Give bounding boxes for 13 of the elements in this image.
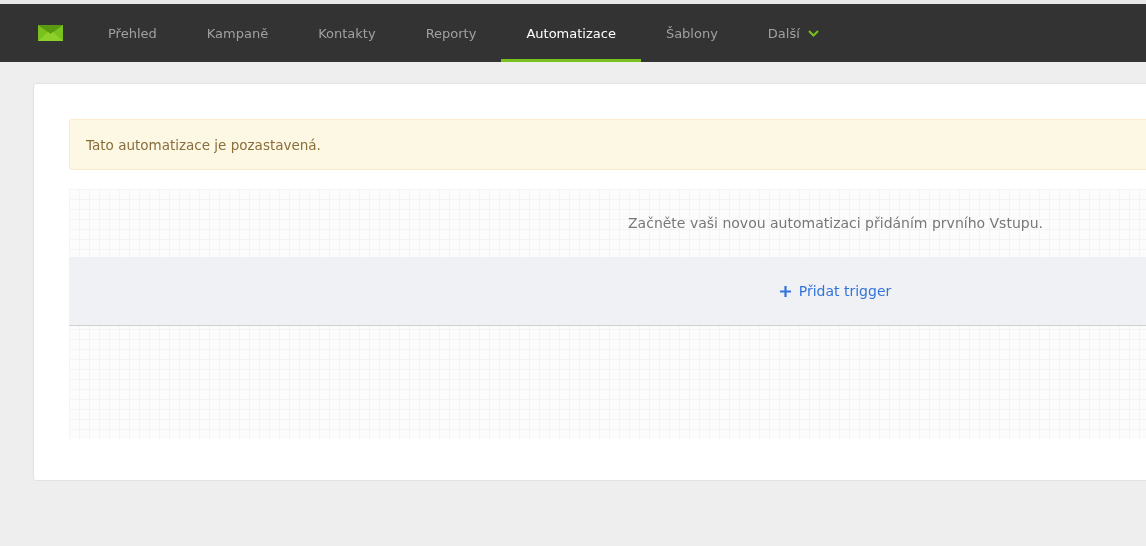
empty-message: Začněte vaši novou automatizaci přidáním prvního Vstupu. xyxy=(628,215,1043,231)
paused-alert: Tato automatizace je pozastavená. xyxy=(69,119,1146,170)
chevron-down-icon xyxy=(807,29,819,37)
nav-tab[interactable]: Kampaně xyxy=(181,4,294,62)
nav-tab[interactable]: Další xyxy=(742,4,844,62)
envelope-logo-icon[interactable] xyxy=(38,25,63,41)
nav-tab[interactable]: Kontakty xyxy=(293,4,401,62)
nav-tab[interactable]: Automatizace xyxy=(501,4,641,62)
nav-tab[interactable]: Reporty xyxy=(400,4,502,62)
plus-icon xyxy=(779,285,791,297)
nav-tab[interactable]: Přehled xyxy=(83,4,182,62)
add-trigger-button[interactable]: Přidat trigger xyxy=(779,283,892,299)
nav-tab[interactable]: Šablony xyxy=(640,4,743,62)
